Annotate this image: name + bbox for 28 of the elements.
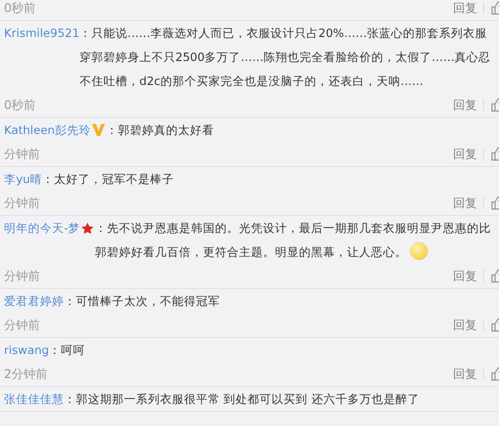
timestamp: 分钟前 <box>4 194 41 212</box>
comment-text: ：郭这期那一系列衣服很平常 到处都可以买到 还六千多万也是醉了 <box>64 392 420 406</box>
timestamp: 分钟前 <box>4 146 41 162</box>
username-link[interactable]: Kathleen彭先玲 <box>4 118 91 142</box>
reply-link[interactable]: 回复 <box>447 99 484 111</box>
reply-link[interactable]: 回复 <box>447 368 484 380</box>
username-link[interactable]: riswang <box>4 338 49 362</box>
username-link[interactable]: 明年的今天-梦 <box>4 216 80 240</box>
timestamp: 0秒前 <box>4 0 37 16</box>
timestamp: 分钟前 <box>4 316 41 334</box>
reply-link[interactable]: 回复 <box>447 197 484 209</box>
reply-link[interactable]: 回复 <box>447 2 484 14</box>
timestamp: 分钟前 <box>4 268 41 284</box>
reply-link[interactable]: 回复 <box>447 270 484 282</box>
comment-text: ：太好了，冠军不是棒子 <box>42 172 174 186</box>
comment-text: ：郭碧婷真的太好看 <box>106 123 214 137</box>
reply-link[interactable]: 回复 <box>447 319 484 331</box>
comment-text: ：可惜棒子太次，不能得冠军 <box>64 294 220 308</box>
comment-text: ：呵呵 <box>48 343 85 357</box>
reply-link[interactable]: 回复 <box>447 148 484 160</box>
username-link[interactable]: Krismile9521 <box>4 21 80 45</box>
username-link[interactable]: 李yu晴 <box>4 167 42 191</box>
comment-text: ：先不说尹恩惠是韩国的。光凭设计，最后一期那几套衣服明显尹恩惠的比郭碧婷好看几百倍，更符合主题。明显的黑幕，让人恶心。 <box>95 221 492 259</box>
username-link[interactable]: 张佳佳佳慧 <box>4 387 64 411</box>
timestamp: 2分钟前 <box>4 366 49 382</box>
comment-text: ：只能说……李薇选对人而已，衣服设计只占20%……张蓝心的那套系列衣服穿郭碧婷身上不只2500多万了……陈翔也完全看脸给价的，太假了……真心忍不住吐槽，d2c的那个买家完全也是没脑子的，还表白，天呐…… <box>79 26 491 88</box>
timestamp: 0秒前 <box>4 96 37 114</box>
username-link[interactable]: 爱君君婷婷 <box>4 289 64 313</box>
